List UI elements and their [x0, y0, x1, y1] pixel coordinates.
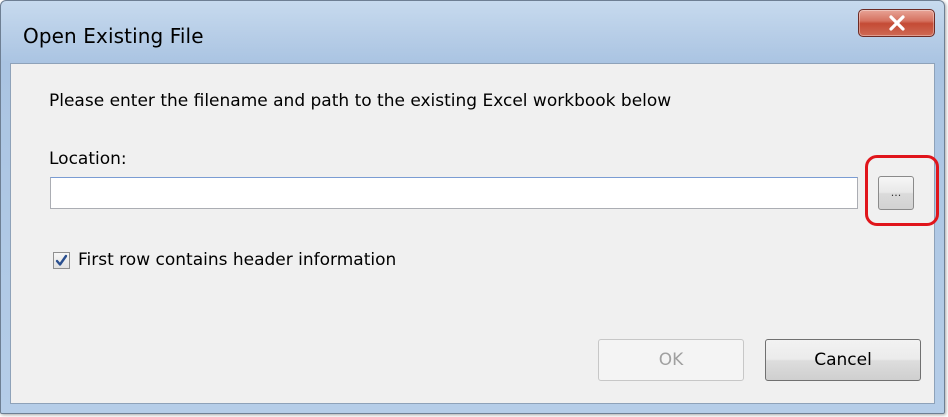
close-button[interactable]	[858, 9, 935, 37]
dialog-title: Open Existing File	[23, 24, 204, 48]
instruction-text: Please enter the filename and path to th…	[49, 91, 672, 111]
cancel-button[interactable]: Cancel	[765, 339, 921, 381]
header-row-option[interactable]: First row contains header information	[53, 250, 396, 270]
header-row-checkbox-label[interactable]: First row contains header information	[78, 250, 396, 270]
open-existing-file-dialog: Open Existing File Please enter the file…	[0, 0, 945, 414]
location-label: Location:	[49, 149, 127, 169]
location-input[interactable]	[50, 177, 858, 209]
ok-button[interactable]: OK	[598, 339, 744, 381]
header-row-checkbox[interactable]	[53, 251, 70, 269]
dialog-body: Please enter the filename and path to th…	[10, 63, 939, 404]
browse-highlight-annotation	[865, 155, 939, 226]
title-bar[interactable]: Open Existing File	[1, 1, 944, 63]
checkmark-icon	[55, 254, 68, 266]
close-x-icon	[888, 15, 905, 31]
